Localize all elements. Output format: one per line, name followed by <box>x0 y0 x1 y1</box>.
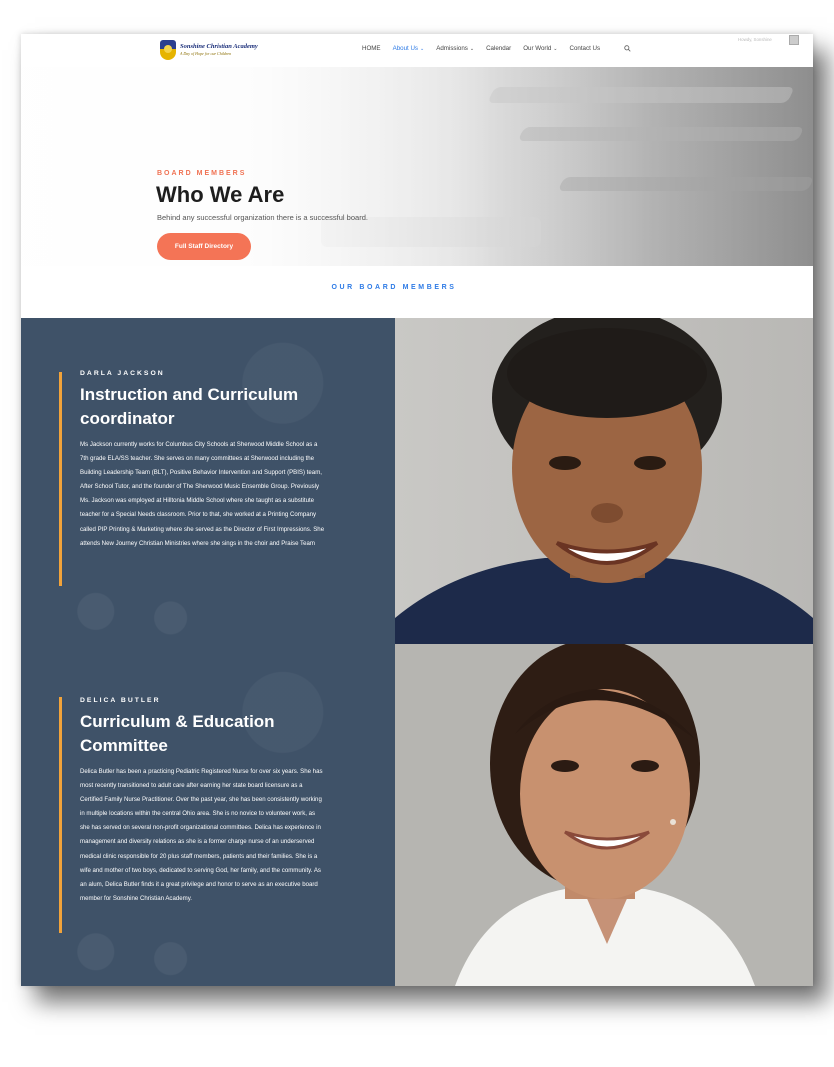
full-staff-directory-button[interactable]: Full Staff Directory <box>157 233 251 260</box>
school-seal-icon <box>160 40 176 60</box>
nav-our-world[interactable]: Our World ⌄ <box>523 45 557 52</box>
site-header: Sonshine Christian Academy A Day of Hope… <box>21 34 813 68</box>
logo-tagline: A Day of Hope for our Children <box>180 50 232 56</box>
search-icon[interactable] <box>624 45 631 52</box>
member-role: Instruction and Curriculum coordinator <box>80 385 299 428</box>
board-member-card: DELICA BUTLER Curriculum & Education Com… <box>21 644 813 986</box>
page-frame: Sonshine Christian Academy A Day of Hope… <box>21 34 813 986</box>
main-nav: HOME About Us ⌄ Admissions ⌄ Calendar Our … <box>362 45 612 52</box>
nav-calendar[interactable]: Calendar <box>486 45 511 52</box>
accent-bar <box>59 372 62 586</box>
hero-kicker: BOARD MEMBERS <box>157 170 247 177</box>
logo-name: Sonshine Christian Academy <box>180 43 258 51</box>
member-name: DARLA JACKSON <box>80 370 165 377</box>
account-greeting[interactable]: Howdy, Sonshine <box>738 37 772 42</box>
hero-banner: BOARD MEMBERS Who We Are Behind any succ… <box>21 67 813 266</box>
member-bio: Delica Butler has been a practicing Pedi… <box>80 768 323 902</box>
member-name: DELICA BUTLER <box>80 697 161 704</box>
member-photo <box>395 318 813 644</box>
chevron-down-icon: ⌄ <box>420 46 425 52</box>
member-photo <box>395 644 813 986</box>
nav-contact-us[interactable]: Contact Us <box>569 45 600 52</box>
nav-about-us[interactable]: About Us ⌄ <box>393 45 425 52</box>
hero-subtitle: Behind any successful organization there… <box>157 213 368 222</box>
member-info-panel: DARLA JACKSON Instruction and Curriculum… <box>21 318 395 644</box>
avatar[interactable] <box>789 35 799 45</box>
board-member-card: DARLA JACKSON Instruction and Curriculum… <box>21 318 813 644</box>
page-title: Who We Are <box>156 182 285 207</box>
chevron-down-icon: ⌄ <box>469 46 475 52</box>
member-role: Curriculum & Education Committee <box>80 712 275 755</box>
member-info-panel: DELICA BUTLER Curriculum & Education Com… <box>21 644 395 986</box>
site-logo[interactable]: Sonshine Christian Academy A Day of Hope… <box>160 40 258 60</box>
board-section-heading: OUR BOARD MEMBERS <box>331 284 457 291</box>
nav-home[interactable]: HOME <box>362 45 381 52</box>
chevron-down-icon: ⌄ <box>553 46 558 52</box>
nav-admissions[interactable]: Admissions ⌄ <box>436 45 474 52</box>
accent-bar <box>59 697 62 933</box>
member-bio: Ms Jackson currently works for Columbus … <box>80 441 325 547</box>
